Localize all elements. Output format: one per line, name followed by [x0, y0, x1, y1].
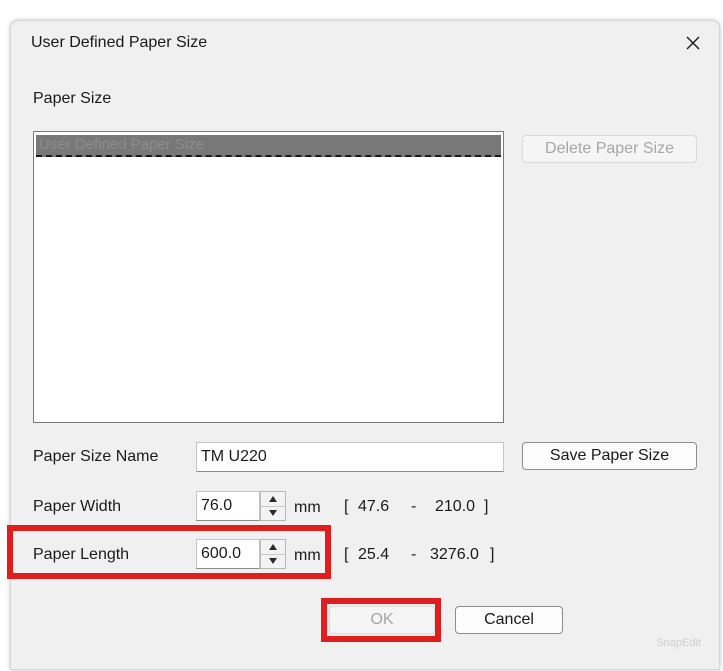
close-icon [686, 36, 700, 50]
paper-size-name-input[interactable]: TM U220 [196, 442, 504, 472]
paper-width-range-open: [ [344, 498, 349, 515]
paper-length-range-separator: - [411, 546, 417, 563]
paper-length-range-open: [ [344, 546, 349, 563]
paper-width-label: Paper Width [33, 498, 122, 515]
dialog-title: User Defined Paper Size [31, 34, 208, 51]
paper-width-unit: mm [294, 499, 321, 516]
title-bar: User Defined Paper Size [11, 21, 719, 65]
user-defined-paper-size-dialog: User Defined Paper Size Paper Size User … [7, 20, 720, 670]
paper-width-stepper[interactable] [260, 491, 286, 521]
paper-width-decrement-button[interactable] [261, 506, 285, 520]
paper-width-range-close: ] [484, 498, 489, 515]
paper-width-range-separator: - [411, 498, 417, 515]
triangle-down-icon [269, 510, 277, 516]
cancel-button[interactable]: Cancel [455, 606, 563, 634]
ok-button-highlight [321, 598, 441, 642]
paper-size-name-label: Paper Size Name [33, 448, 159, 465]
save-paper-size-button[interactable]: Save Paper Size [522, 442, 697, 470]
paper-length-highlight [7, 525, 331, 579]
close-button[interactable] [679, 29, 707, 57]
snapedit-watermark: SnapEdit [656, 637, 701, 649]
triangle-up-icon [269, 496, 277, 502]
paper-width-range-min: 47.6 [358, 498, 390, 515]
paper-width-input[interactable]: 76.0 [196, 491, 260, 521]
paper-width-increment-button[interactable] [261, 492, 285, 507]
list-item[interactable]: User Defined Paper Size [36, 135, 501, 157]
paper-length-range-max: 3276.0 [430, 546, 479, 563]
delete-paper-size-button[interactable]: Delete Paper Size [522, 135, 697, 163]
paper-width-range-max: 210.0 [435, 498, 476, 515]
paper-size-label: Paper Size [33, 90, 112, 107]
paper-length-range-close: ] [490, 546, 495, 563]
paper-length-range-min: 25.4 [358, 546, 390, 563]
paper-size-list[interactable]: User Defined Paper Size [33, 131, 504, 423]
